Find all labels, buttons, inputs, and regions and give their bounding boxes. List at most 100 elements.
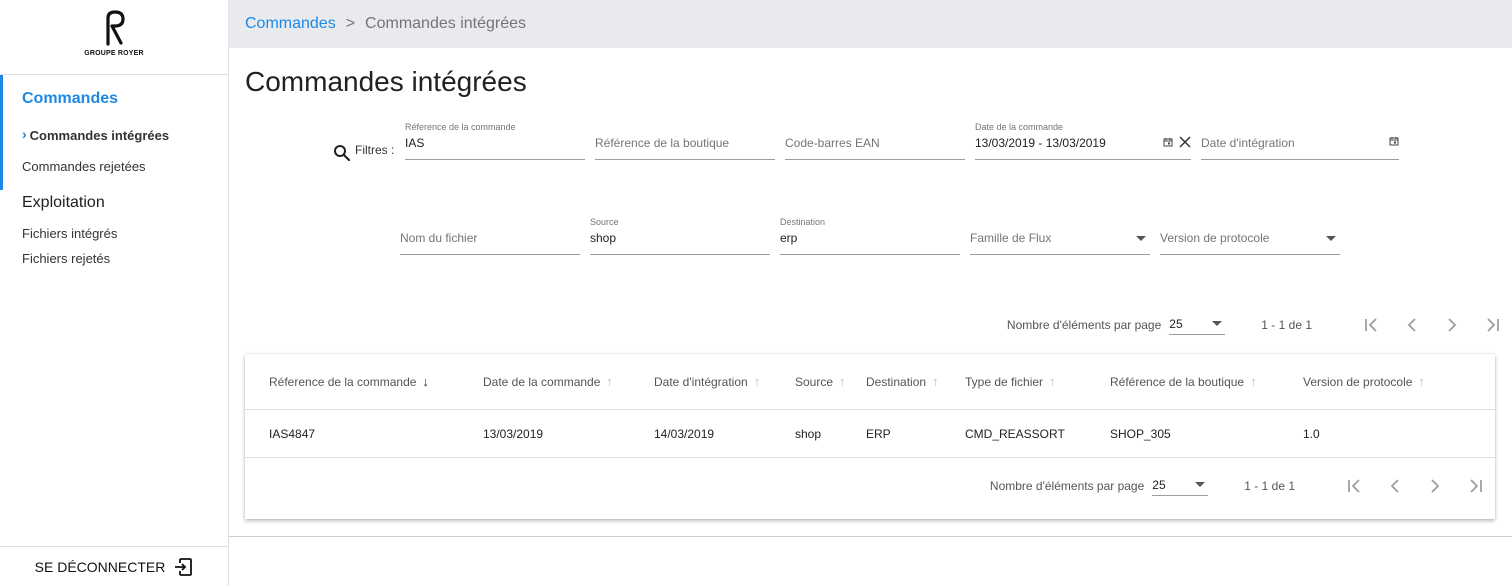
logo[interactable]: GROUPE ROYER	[0, 0, 228, 75]
first-page-icon	[1348, 479, 1360, 493]
breadcrumb-current: Commandes intégrées	[365, 15, 527, 32]
logout-button[interactable]: SE DÉCONNECTER	[0, 546, 228, 586]
table-header: Réference de la commande ↓ Date de la com…	[245, 354, 1495, 410]
first-page-button[interactable]	[1352, 313, 1392, 337]
page-size-label: Nombre d'éléments par page	[989, 479, 1145, 493]
source-value: shop	[590, 231, 617, 245]
sort-arrow-up-icon: ↑	[1250, 374, 1257, 389]
chevron-right-icon	[1431, 479, 1440, 493]
page-range: 1 - 1 de 1	[1244, 479, 1295, 493]
column-header-date-commande[interactable]: Date de la commande ↑	[483, 354, 613, 409]
column-header-source[interactable]: Source ↑	[795, 354, 846, 409]
chevron-down-icon	[1326, 236, 1336, 241]
cell-source: shop	[795, 426, 822, 441]
source-label: Source	[590, 217, 619, 227]
breadcrumb-link-commandes[interactable]: Commandes	[245, 15, 336, 33]
breadcrumb-separator: >	[345, 15, 356, 32]
filters-text: Filtres :	[355, 143, 395, 157]
table-row[interactable]: IAS4847 13/03/2019 14/03/2019 shop ERP C…	[245, 410, 1495, 458]
sort-arrow-up-icon: ↑	[1049, 374, 1056, 389]
first-page-icon	[1365, 318, 1377, 332]
cell-type-fichier: CMD_REASSORT	[965, 426, 1065, 441]
column-header-label: Destination	[866, 374, 927, 389]
sort-arrow-up-icon: ↑	[1418, 374, 1425, 389]
nav-title-exploitation[interactable]: Exploitation	[0, 194, 228, 212]
column-header-label: Version de protocole	[1303, 374, 1413, 389]
chevron-right-icon: ›	[22, 126, 27, 142]
sidebar-item-commandes-rejetees[interactable]: Commandes rejetées	[0, 159, 228, 174]
nav-title-commandes[interactable]: Commandes	[0, 75, 228, 108]
calendar-icon[interactable]	[1163, 137, 1173, 147]
filters-label: Filtres :	[333, 138, 394, 162]
version-protocole-placeholder: Version de protocole	[1160, 231, 1270, 245]
page-size-select[interactable]: 25	[1152, 476, 1209, 496]
paginator-top: Nombre d'éléments par page 25 1 - 1 de 1	[1007, 313, 1512, 337]
famille-flux-select[interactable]: Famille de Flux	[970, 217, 1150, 255]
sidebar-item-label: Commandes intégrées	[29, 127, 170, 143]
last-page-button[interactable]	[1472, 313, 1512, 337]
column-header-type-fichier[interactable]: Type de fichier ↑	[965, 354, 1056, 409]
ref-boutique-field[interactable]: Référence de la boutique	[595, 122, 775, 160]
column-header-version[interactable]: Version de protocole ↑	[1303, 354, 1425, 409]
cell-ref-boutique: SHOP_305	[1110, 426, 1171, 441]
last-page-icon	[1470, 479, 1482, 493]
column-header-label: Type de fichier	[965, 374, 1044, 389]
date-commande-icons	[1163, 136, 1191, 148]
ref-commande-label: Réference de la commande	[405, 122, 516, 132]
destination-value: erp	[780, 231, 798, 245]
version-protocole-select[interactable]: Version de protocole	[1160, 217, 1340, 255]
sidebar-item-commandes-integrees[interactable]: › Commandes intégrées	[0, 126, 228, 143]
logout-label: SE DÉCONNECTER	[34, 558, 166, 575]
sort-arrow-up-icon: ↑	[839, 374, 846, 389]
first-page-button[interactable]	[1335, 474, 1375, 498]
chevron-down-icon	[1136, 236, 1146, 241]
sort-arrow-down-icon: ↓	[422, 374, 429, 389]
next-page-button[interactable]	[1432, 313, 1472, 337]
prev-page-button[interactable]	[1375, 474, 1415, 498]
ref-boutique-placeholder: Référence de la boutique	[595, 136, 730, 150]
date-commande-label: Date de la commande	[975, 122, 1064, 132]
nav-section-exploitation: Exploitation Fichiers intégrés Fichiers …	[0, 194, 228, 266]
date-integration-placeholder: Date d'intégration	[1201, 136, 1295, 150]
next-page-button[interactable]	[1415, 474, 1455, 498]
page-size-value: 25	[1152, 478, 1166, 492]
column-header-label: Réference de la commande	[269, 374, 417, 389]
page-size-value: 25	[1169, 317, 1183, 331]
date-integration-field[interactable]: Date d'intégration	[1201, 122, 1399, 160]
page-title: Commandes intégrées	[245, 66, 527, 97]
nom-fichier-field[interactable]: Nom du fichier	[400, 217, 580, 255]
search-icon	[334, 145, 351, 162]
chevron-left-icon	[1390, 479, 1399, 493]
date-commande-field[interactable]: Date de la commande 13/03/2019 - 13/03/2…	[975, 122, 1191, 160]
date-integration-icons	[1389, 136, 1399, 146]
cell-date-commande: 13/03/2019	[483, 426, 544, 441]
page-size-label: Nombre d'éléments par page	[1006, 318, 1162, 332]
page-range: 1 - 1 de 1	[1261, 318, 1312, 332]
sort-arrow-up-icon: ↑	[753, 374, 761, 389]
sidebar-item-fichiers-integres[interactable]: Fichiers intégrés	[0, 226, 228, 241]
ref-commande-value: IAS	[405, 136, 425, 150]
cell-date-integration: 14/03/2019	[654, 426, 715, 441]
famille-flux-placeholder: Famille de Flux	[970, 231, 1052, 245]
clear-icon[interactable]	[1179, 136, 1191, 148]
column-header-date-integration[interactable]: Date d'intégration ↑	[654, 354, 760, 409]
ref-commande-field[interactable]: Réference de la commande IAS	[405, 122, 585, 160]
sidebar: GROUPE ROYER Commandes › Commandes intég…	[0, 0, 229, 586]
source-field[interactable]: Source shop	[590, 217, 770, 255]
column-header-ref-commande[interactable]: Réference de la commande ↓	[269, 354, 429, 409]
calendar-icon[interactable]	[1389, 136, 1399, 146]
column-header-ref-boutique[interactable]: Référence de la boutique ↑	[1110, 354, 1257, 409]
last-page-button[interactable]	[1455, 474, 1495, 498]
destination-label: Destination	[780, 217, 826, 227]
logout-icon	[175, 557, 193, 576]
ean-field[interactable]: Code-barres EAN	[785, 122, 965, 160]
prev-page-button[interactable]	[1392, 313, 1432, 337]
column-header-destination[interactable]: Destination ↑	[866, 354, 939, 409]
breadcrumb: Commandes > Commandes intégrées	[229, 0, 1512, 48]
page-size-select[interactable]: 25	[1169, 315, 1226, 335]
nav-section-commandes: Commandes › Commandes intégrées Commande…	[0, 75, 228, 190]
sort-arrow-up-icon: ↑	[606, 374, 613, 389]
destination-field[interactable]: Destination erp	[780, 217, 960, 255]
column-header-label: Référence de la boutique	[1110, 374, 1245, 389]
sidebar-item-fichiers-rejetes[interactable]: Fichiers rejetés	[0, 251, 228, 266]
